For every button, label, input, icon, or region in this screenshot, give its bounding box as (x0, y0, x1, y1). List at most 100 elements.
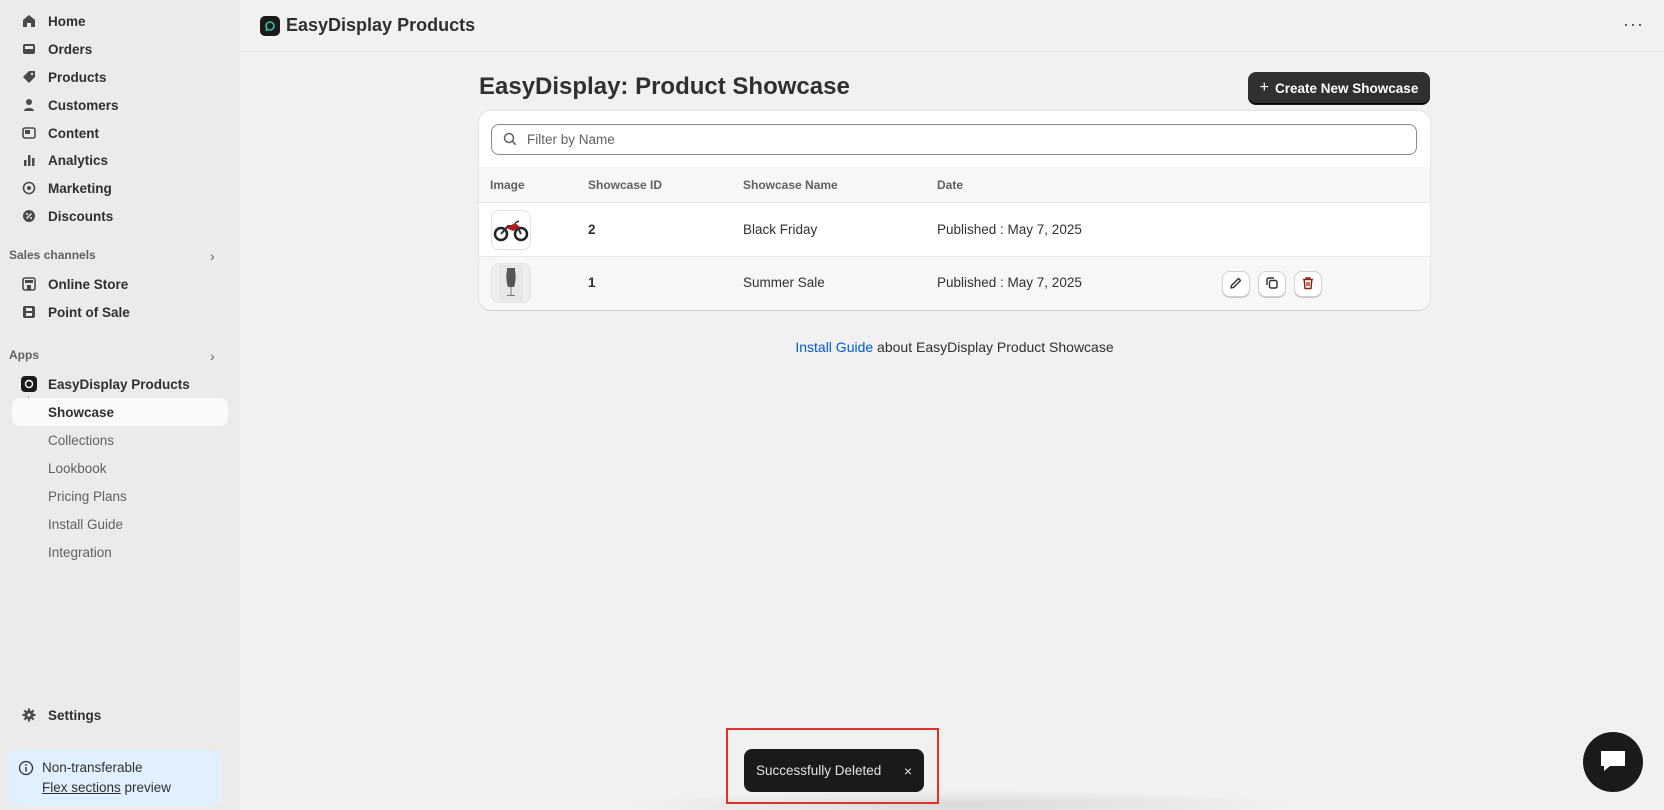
app-logo-icon (260, 15, 280, 36)
discount-icon (20, 207, 38, 225)
app-header: EasyDisplay Products ··· (240, 0, 1664, 52)
trash-icon (1301, 276, 1315, 293)
motorcycle-thumbnail (491, 210, 531, 250)
chat-icon (1598, 748, 1628, 777)
install-guide-link[interactable]: Install Guide (795, 339, 873, 355)
showcase-date: Published : May 7, 2025 (937, 275, 1082, 290)
gear-icon (20, 706, 38, 724)
showcase-name: Summer Sale (743, 275, 825, 290)
nav-sub-integration[interactable]: Integration (12, 538, 228, 566)
nav-marketing[interactable]: Marketing (12, 174, 228, 202)
inbox-icon (20, 40, 38, 58)
install-guide-hint: Install Guide about EasyDisplay Product … (479, 339, 1430, 355)
nav-label: Content (48, 125, 99, 141)
info-icon (18, 760, 34, 776)
filter-search[interactable] (491, 124, 1417, 155)
nav-point-of-sale[interactable]: Point of Sale (12, 298, 228, 326)
section-title-sales-channels: Sales channels (9, 248, 96, 262)
mannequin-thumbnail (491, 263, 531, 303)
bar-chart-icon (20, 151, 38, 169)
column-header-date: Date (937, 178, 964, 192)
nav-customers[interactable]: Customers (12, 91, 228, 119)
preview-notice: Non-transferable Flex sections preview (8, 750, 221, 806)
table-header: Image Showcase ID Showcase Name Date (479, 167, 1430, 203)
app-title: EasyDisplay Products (286, 15, 476, 35)
edit-button[interactable] (1222, 271, 1250, 297)
nav-label: Pricing Plans (48, 488, 127, 504)
column-header-image: Image (490, 178, 525, 192)
search-icon (503, 132, 519, 148)
nav-sub-install-guide[interactable]: Install Guide (12, 510, 228, 538)
plus-icon: + (1259, 79, 1270, 96)
table-row[interactable]: 2 Black Friday Published : May 7, 2025 (479, 204, 1430, 257)
sidebar: Home Orders Products Customers Content A… (0, 0, 240, 810)
nav-content[interactable]: Content (12, 119, 228, 147)
notice-text: Non-transferable Flex sections preview (42, 758, 171, 798)
close-icon[interactable]: × (904, 763, 912, 779)
more-options-icon[interactable]: ··· (1623, 14, 1644, 35)
nav-settings[interactable]: Settings (12, 701, 228, 729)
column-header-showcase-name: Showcase Name (743, 178, 838, 192)
nav-label: EasyDisplay Products (48, 376, 190, 392)
column-header-showcase-id: Showcase ID (588, 178, 663, 192)
table-row[interactable]: 1 Summer Sale Published : May 7, 2025 (479, 257, 1430, 310)
nav-label: Analytics (48, 152, 109, 168)
nav-sub-showcase[interactable]: Showcase (12, 398, 228, 426)
toast-message: Successfully Deleted (756, 763, 882, 778)
nav-app-easydisplay[interactable]: EasyDisplay Products (12, 370, 228, 398)
nav-label: Collections (48, 432, 115, 448)
app-logo-icon (20, 375, 38, 393)
nav-label: Point of Sale (48, 304, 130, 320)
nav-label: Install Guide (48, 516, 124, 532)
create-new-showcase-button[interactable]: + Create New Showcase (1248, 72, 1430, 104)
create-button-label: Create New Showcase (1275, 80, 1419, 96)
store-icon (20, 275, 38, 293)
nav-discounts[interactable]: Discounts (12, 202, 228, 230)
showcase-name: Black Friday (743, 222, 818, 237)
nav-products[interactable]: Products (12, 63, 228, 91)
delete-button[interactable] (1294, 271, 1322, 297)
notice-line2: preview (120, 780, 172, 795)
home-icon (20, 12, 38, 30)
nav-sub-pricing-plans[interactable]: Pricing Plans (12, 482, 228, 510)
nav-label: Marketing (48, 180, 112, 196)
install-guide-rest: about EasyDisplay Product Showcase (873, 339, 1114, 355)
nav-label: Lookbook (48, 460, 107, 476)
notice-line1: Non-transferable (42, 760, 143, 775)
showcase-id: 2 (588, 222, 596, 237)
tag-icon (20, 68, 38, 86)
showcase-date: Published : May 7, 2025 (937, 222, 1082, 237)
nav-label: Showcase (48, 404, 115, 420)
nav-label: Online Store (48, 276, 129, 292)
filter-by-name-input[interactable] (527, 132, 1407, 147)
nav-label: Orders (48, 41, 93, 57)
duplicate-icon (1265, 276, 1279, 293)
section-title-apps: Apps (9, 348, 39, 362)
target-icon (20, 179, 38, 197)
nav-label: Discounts (48, 208, 114, 224)
content-icon (20, 124, 38, 142)
nav-sub-collections[interactable]: Collections (12, 426, 228, 454)
duplicate-button[interactable] (1258, 271, 1286, 297)
showcase-table-card: Image Showcase ID Showcase Name Date 2 B… (479, 111, 1430, 310)
nav-label: Settings (48, 707, 102, 723)
chevron-right-icon[interactable]: › (210, 348, 215, 364)
nav-label: Customers (48, 97, 119, 113)
toast-shadow (620, 790, 1300, 810)
showcase-id: 1 (588, 275, 596, 290)
pos-icon (20, 303, 38, 321)
flex-sections-link[interactable]: Flex sections (42, 780, 121, 795)
chevron-right-icon[interactable]: › (210, 248, 215, 264)
person-icon (20, 96, 38, 114)
nav-online-store[interactable]: Online Store (12, 270, 228, 298)
nav-label: Integration (48, 544, 112, 560)
page-title: EasyDisplay: Product Showcase (479, 73, 850, 100)
nav-home[interactable]: Home (12, 7, 228, 35)
chat-button[interactable] (1583, 732, 1643, 792)
nav-label: Products (48, 69, 107, 85)
nav-label: Home (48, 13, 86, 29)
success-toast: Successfully Deleted × (744, 749, 924, 792)
nav-analytics[interactable]: Analytics (12, 146, 228, 174)
nav-sub-lookbook[interactable]: Lookbook (12, 454, 228, 482)
nav-orders[interactable]: Orders (12, 35, 228, 63)
